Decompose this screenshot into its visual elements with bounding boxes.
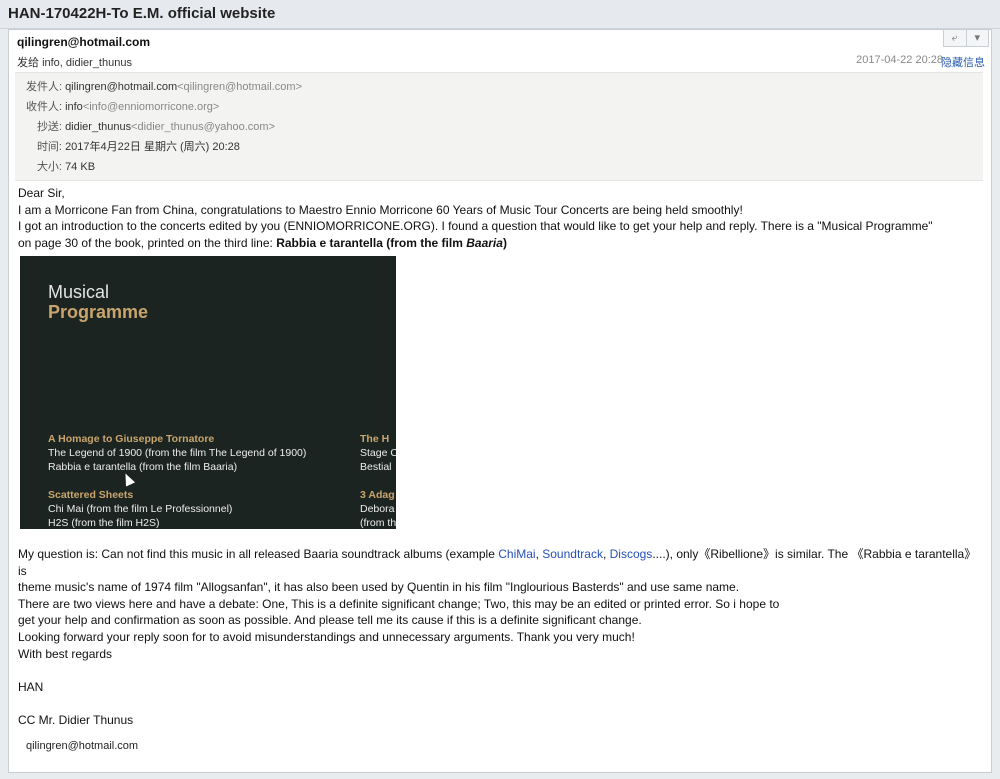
photo-line: Stage C	[360, 447, 396, 459]
window-title: HAN-170422H-To E.M. official website	[8, 5, 276, 22]
recipients-line: 发给 info, didier_thunus	[17, 54, 132, 70]
programme-photo: Musical Programme A Homage to Giuseppe T…	[20, 256, 396, 529]
message-body: Dear Sir, I am a Morricone Fan from Chin…	[18, 185, 978, 251]
reply-toolbar: ⤶ ▾	[943, 30, 989, 47]
body-line: on page 30 of the book, printed on the t…	[18, 235, 507, 250]
photo-section: The H	[360, 433, 390, 445]
reply-icon[interactable]: ⤶	[944, 30, 966, 46]
cc-note: CC Mr. Didier Thunus	[18, 712, 134, 727]
photo-line: Debora	[360, 503, 395, 515]
photo-section: 3 Adag	[360, 489, 395, 501]
chevron-down-icon[interactable]: ▾	[965, 30, 989, 46]
recipients[interactable]: info, didier_thunus	[42, 57, 132, 69]
photo-section: Scattered Sheets	[48, 489, 134, 501]
greeting: Dear Sir,	[18, 186, 65, 200]
photo-line: The Legend of 1900 (from the film The Le…	[48, 447, 307, 459]
to-label: 发给	[17, 57, 39, 69]
detail-size: 大小: 74 KB	[36, 161, 96, 173]
photo-title-1: Musical	[48, 282, 110, 302]
closing: With best regards	[18, 646, 113, 661]
email-view: qilingren@hotmail.com 发给 info, didier_th…	[8, 29, 992, 773]
body-line: theme music's name of 1974 film "Allogsa…	[18, 580, 740, 595]
photo-line: Rabbia e tarantella (from the film Baari…	[48, 461, 238, 473]
chimai-link[interactable]: ChiMai	[498, 547, 535, 561]
photo-line: Bestial	[360, 461, 392, 473]
hide-details-link[interactable]: 隐藏信息	[941, 54, 985, 70]
sender-signoff: HAN	[18, 679, 44, 694]
body-line: My question is: Can not find this music …	[18, 547, 977, 578]
message-body-continued: My question is: Can not find this music …	[18, 546, 978, 729]
sent-date: 2017-04-22 20:28	[856, 54, 943, 66]
body-line: There are two views here and have a deba…	[18, 596, 780, 611]
mouse-cursor-icon	[120, 471, 136, 487]
message-details: 发件人: qilingren@hotmail.com<qilingren@hot…	[15, 72, 983, 181]
photo-section: A Homage to Giuseppe Tornatore	[48, 433, 215, 445]
window-titlebar: HAN-170422H-To E.M. official website	[0, 0, 1000, 29]
body-line: Looking forward your reply soon for to a…	[18, 629, 635, 644]
body-line: I am a Morricone Fan from China, congrat…	[18, 202, 743, 217]
soundtrack-link[interactable]: Soundtrack	[542, 547, 603, 561]
detail-cc: 抄送: didier_thunus<didier_thunus@yahoo.co…	[36, 121, 275, 133]
detail-to: 收件人: info<info@enniomorricone.org>	[26, 101, 220, 113]
sender-name[interactable]: qilingren@hotmail.com	[17, 35, 150, 49]
body-line: get your help and confirmation as soon a…	[18, 613, 642, 628]
photo-line: H2S (from the film H2S)	[48, 517, 160, 529]
photo-line: Chi Mai (from the film Le Professionnel)	[48, 503, 233, 515]
signature: qilingren@hotmail.com	[26, 740, 139, 752]
photo-title-2: Programme	[48, 302, 149, 322]
body-line: I got an introduction to the concerts ed…	[18, 219, 933, 234]
detail-from: 发件人: qilingren@hotmail.com<qilingren@hot…	[26, 81, 303, 93]
discogs-link[interactable]: Discogs	[610, 547, 653, 561]
photo-line: (from th	[360, 517, 396, 529]
detail-time: 时间: 2017年4月22日 星期六 (周六) 20:28	[36, 141, 240, 153]
